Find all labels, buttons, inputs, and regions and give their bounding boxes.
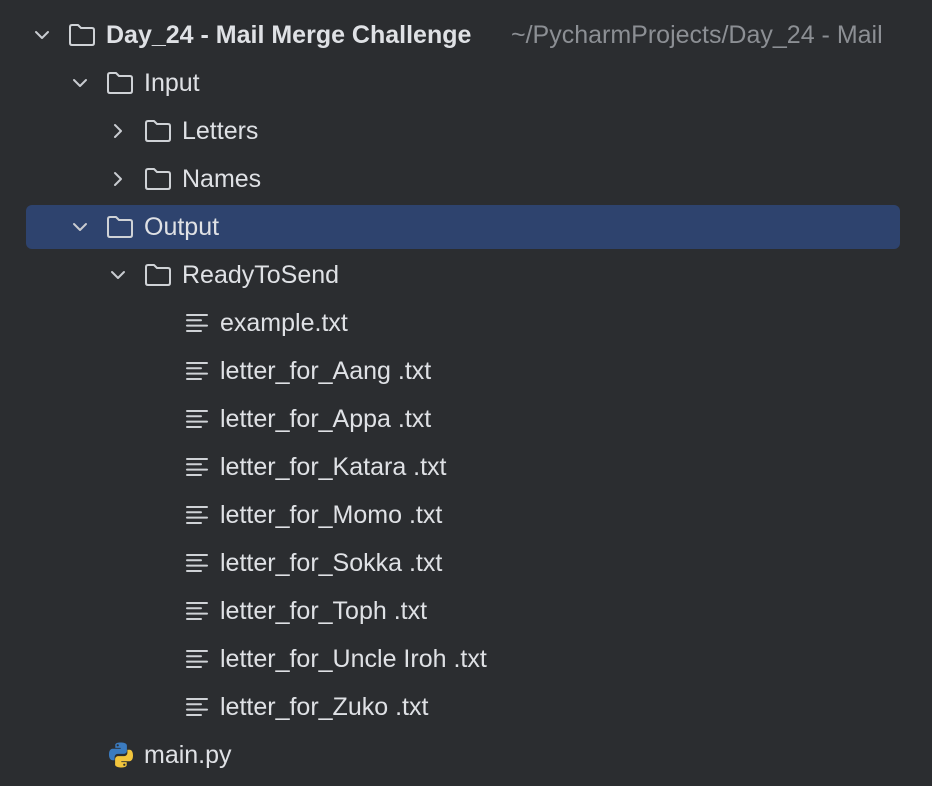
tree-item-label: Input: [144, 69, 200, 97]
folder-icon: [67, 20, 97, 50]
chevron-down-icon[interactable]: [31, 24, 53, 46]
tree-item-label: letter_for_Momo .txt: [220, 501, 443, 529]
text-file-icon: [182, 692, 212, 722]
tree-item-label: main.py: [144, 741, 232, 769]
tree-row-file[interactable]: example.txt: [0, 299, 932, 347]
tree-row-root[interactable]: Day_24 - Mail Merge Challenge ~/PycharmP…: [0, 11, 932, 59]
python-file-icon: [106, 740, 136, 770]
project-path: ~/PycharmProjects/Day_24 - Mail: [511, 21, 883, 49]
tree-row-folder-output[interactable]: Output: [0, 203, 932, 251]
tree-item-label: Output: [144, 213, 220, 241]
tree-row-file[interactable]: letter_for_Zuko .txt: [0, 683, 932, 731]
tree-item-label: letter_for_Katara .txt: [220, 453, 447, 481]
tree-item-label: letter_for_Zuko .txt: [220, 693, 429, 721]
tree-item-label: letter_for_Aang .txt: [220, 357, 432, 385]
tree-row-folder-names[interactable]: Names: [0, 155, 932, 203]
tree-item-label: example.txt: [220, 309, 348, 337]
tree-row-folder-readytosend[interactable]: ReadyToSend: [0, 251, 932, 299]
tree-item-label: letter_for_Sokka .txt: [220, 549, 443, 577]
folder-icon: [105, 212, 135, 242]
text-file-icon: [182, 452, 212, 482]
text-file-icon: [182, 356, 212, 386]
text-file-icon: [182, 596, 212, 626]
tree-row-file[interactable]: letter_for_Appa .txt: [0, 395, 932, 443]
tree-row-folder-letters[interactable]: Letters: [0, 107, 932, 155]
tree-row-file[interactable]: main.py: [0, 731, 932, 779]
text-file-icon: [182, 404, 212, 434]
tree-row-file[interactable]: letter_for_Katara .txt: [0, 443, 932, 491]
project-tree: Day_24 - Mail Merge Challenge ~/PycharmP…: [0, 0, 932, 786]
tree-row-folder-input[interactable]: Input: [0, 59, 932, 107]
tree-row-file[interactable]: letter_for_Momo .txt: [0, 491, 932, 539]
text-file-icon: [182, 644, 212, 674]
text-file-icon: [182, 548, 212, 578]
tree-item-label: Names: [182, 165, 262, 193]
tree-item-label: letter_for_Toph .txt: [220, 597, 428, 625]
tree-row-file[interactable]: letter_for_Sokka .txt: [0, 539, 932, 587]
chevron-right-icon[interactable]: [107, 168, 129, 190]
tree-item-label: letter_for_Appa .txt: [220, 405, 432, 433]
folder-icon: [105, 68, 135, 98]
tree-row-file[interactable]: letter_for_Uncle Iroh .txt: [0, 635, 932, 683]
tree-row-file[interactable]: letter_for_Toph .txt: [0, 587, 932, 635]
chevron-down-icon[interactable]: [107, 264, 129, 286]
tree-row-file[interactable]: letter_for_Aang .txt: [0, 347, 932, 395]
folder-icon: [143, 116, 173, 146]
tree-item-label: Letters: [182, 117, 259, 145]
tree-item-label: letter_for_Uncle Iroh .txt: [220, 645, 487, 673]
folder-icon: [143, 260, 173, 290]
tree-item-label: ReadyToSend: [182, 261, 340, 289]
chevron-down-icon[interactable]: [69, 72, 91, 94]
chevron-down-icon[interactable]: [69, 216, 91, 238]
text-file-icon: [182, 500, 212, 530]
text-file-icon: [182, 308, 212, 338]
folder-icon: [143, 164, 173, 194]
chevron-right-icon[interactable]: [107, 120, 129, 142]
project-name: Day_24 - Mail Merge Challenge: [106, 21, 472, 49]
